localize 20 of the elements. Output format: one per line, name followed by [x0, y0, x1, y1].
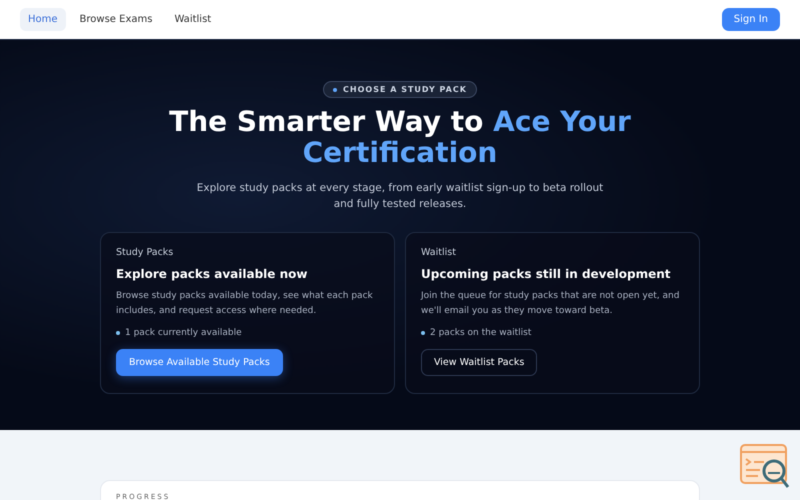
bullet-icon [116, 331, 120, 335]
pack-count: 1 pack currently available [125, 328, 242, 338]
code-search-icon[interactable] [740, 444, 790, 490]
pack-count: 2 packs on the waitlist [430, 328, 532, 338]
card-heading: Upcoming packs still in development [421, 267, 671, 281]
card-button[interactable]: Browse Available Study Packs [116, 349, 283, 376]
nav-link[interactable]: Browse Exams [72, 8, 160, 31]
bullet-icon [421, 331, 425, 335]
card-button[interactable]: View Waitlist Packs [421, 349, 538, 376]
card-eyebrow: Study Packs [116, 247, 174, 258]
card-description: Browse study packs available today, see what each pack includes, and request access where needed. [116, 290, 374, 318]
sign-in-button[interactable]: Sign In [722, 8, 780, 31]
hero-title: The Smarter Way to Ace Your Certification [168, 106, 632, 168]
nav-link[interactable]: Waitlist [166, 8, 220, 31]
card-eyebrow: Waitlist [421, 247, 456, 258]
nav-link[interactable]: Home [20, 8, 66, 31]
hero-subtitle: Explore study packs at every stage, from early waitlist sign-up to beta rollout and fully tested releases. [196, 181, 604, 212]
section-badge: CHOOSE A STUDY PACK [323, 81, 477, 98]
card-heading: Explore packs available now [116, 267, 308, 281]
card-description: Join the queue for study packs that are not open yet, and we'll email you as they move toward beta. [421, 290, 680, 318]
